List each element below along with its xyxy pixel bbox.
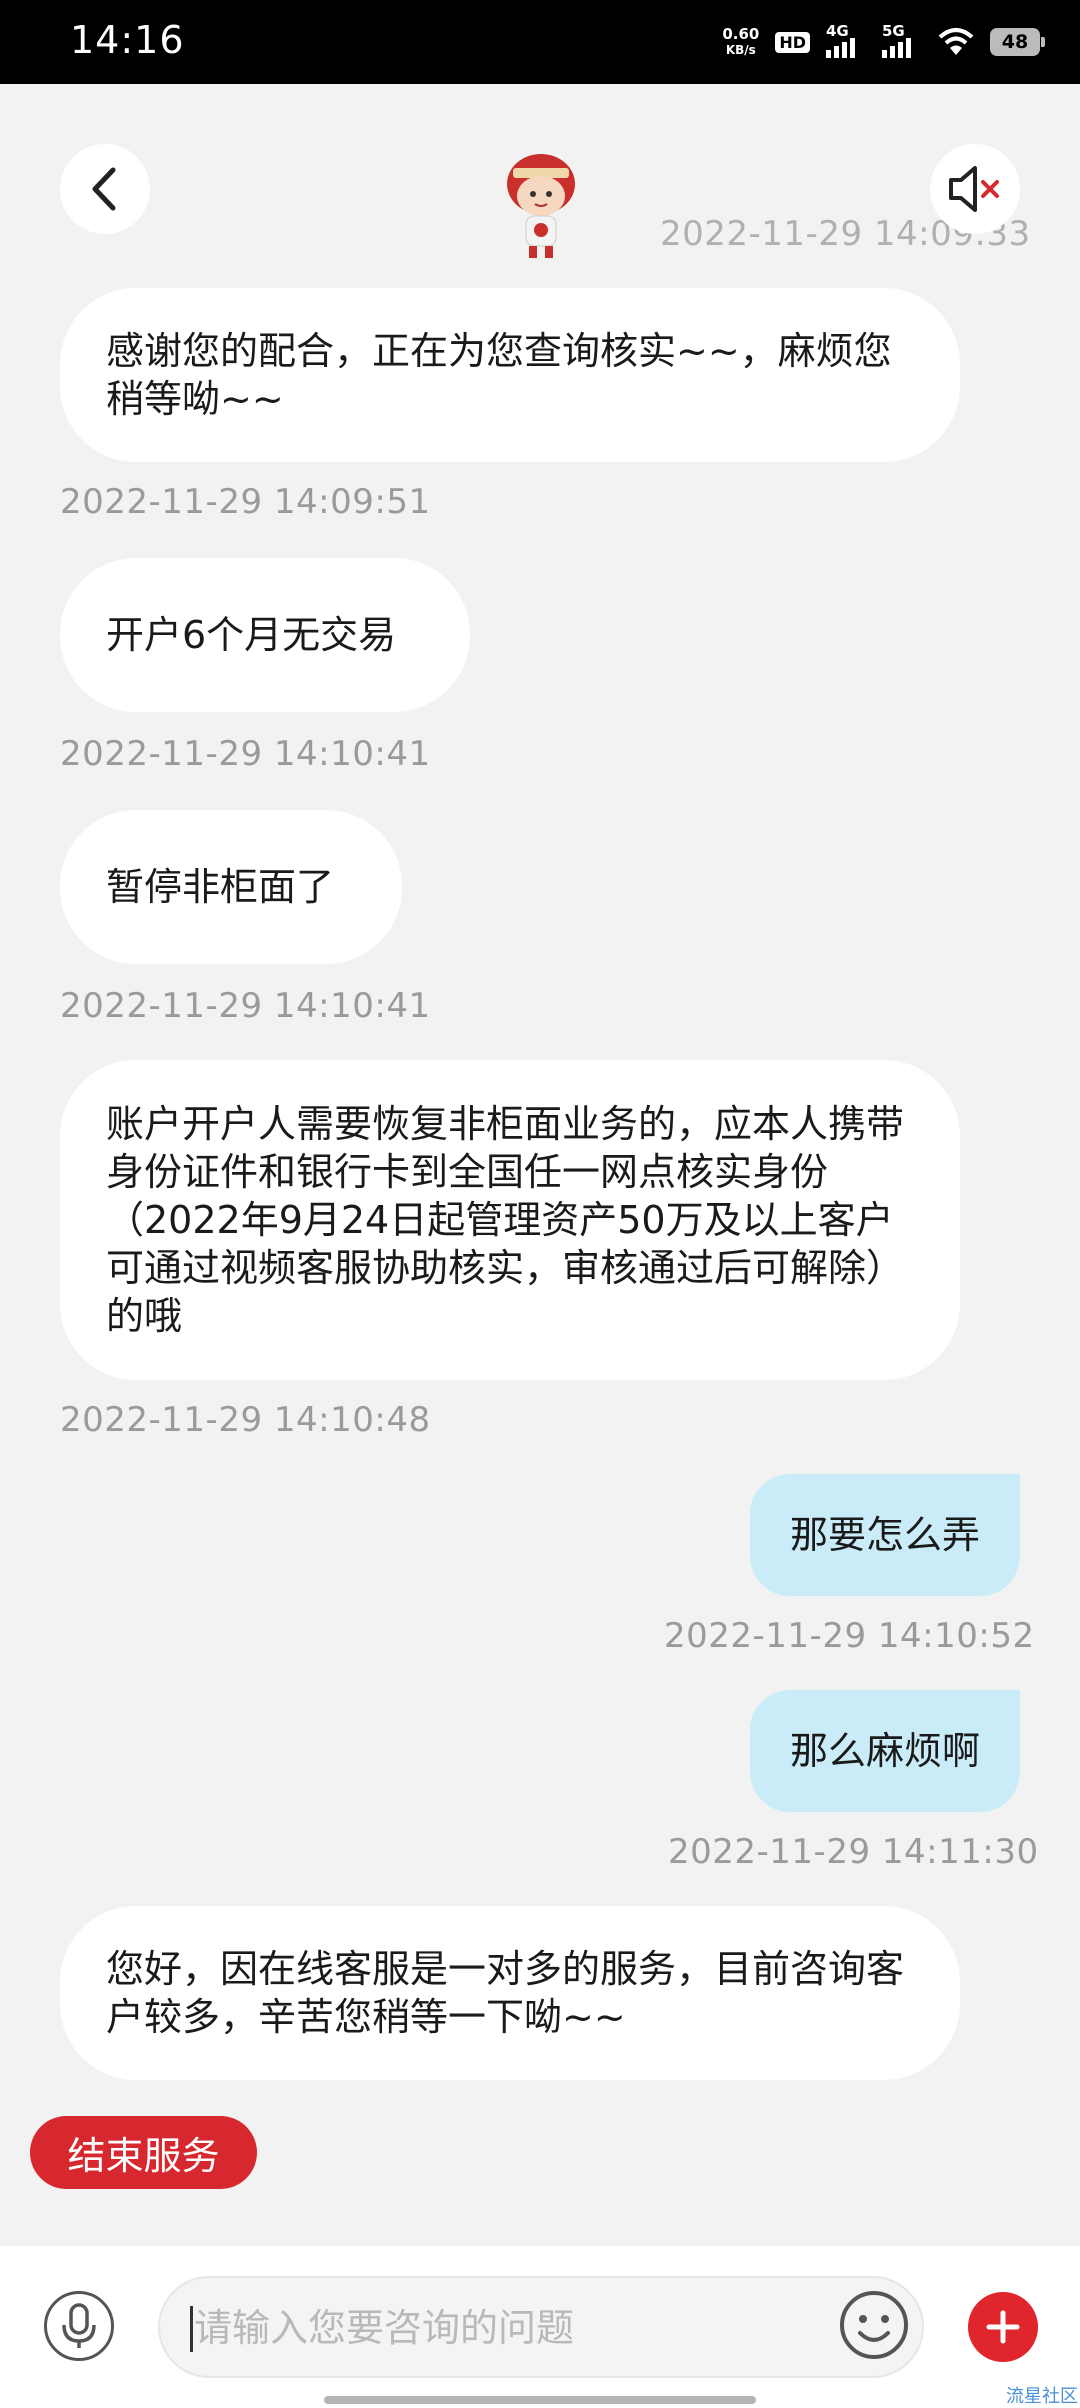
question-input-field[interactable]: [194, 2278, 834, 2378]
message-text: 感谢您的配合，正在为您查询核实~~，麻烦您稍等呦~~: [106, 329, 892, 421]
microphone-icon: [62, 2303, 96, 2348]
message-text: 那要怎么弄: [789, 1513, 980, 1557]
agent-message: 开户6个月无交易: [60, 558, 470, 712]
home-indicator[interactable]: [324, 2396, 756, 2404]
mute-toggle-button[interactable]: [930, 144, 1020, 234]
message-text: 账户开户人需要恢复非柜面业务的，应本人携带身份证件和银行卡到全国任一网点核实身份…: [106, 1102, 905, 1338]
message-text: 开户6个月无交易: [106, 613, 397, 657]
agent-message: 您好，因在线客服是一对多的服务，目前咨询客户较多，辛苦您稍等一下呦~~: [60, 1906, 960, 2080]
agent-message: 暂停非柜面了: [60, 810, 402, 964]
message-text: 您好，因在线客服是一对多的服务，目前咨询客户较多，辛苦您稍等一下呦~~: [106, 1947, 905, 2039]
more-options-button[interactable]: [968, 2292, 1038, 2362]
chevron-left-icon: [92, 167, 116, 211]
user-message: 那要怎么弄: [750, 1474, 1020, 1596]
message-timestamp: 2022-11-29 14:10:41: [60, 986, 431, 1026]
watermark: 流星社区: [1006, 2386, 1078, 2407]
message-timestamp: 2022-11-29 14:10:41: [60, 734, 431, 774]
agent-message: 账户开户人需要恢复非柜面业务的，应本人携带身份证件和银行卡到全国任一网点核实身份…: [60, 1060, 960, 1380]
message-text: 暂停非柜面了: [106, 865, 335, 909]
message-timestamp: 2022-11-29 14:11:30: [668, 1832, 1039, 1872]
text-caret: [190, 2306, 193, 2352]
question-input[interactable]: [158, 2276, 924, 2378]
robot-mascot-icon: [507, 154, 575, 258]
plus-icon: [986, 2310, 1020, 2344]
back-button[interactable]: [60, 144, 150, 234]
message-timestamp: 2022-11-29 14:09:51: [60, 482, 431, 522]
speaker-muted-icon: [949, 166, 999, 212]
message-timestamp: 2022-11-29 14:10:52: [664, 1616, 1035, 1656]
smiley-icon: [840, 2291, 908, 2359]
chat-list[interactable]: 2022-11-29 14:09:33 感谢您的配合，正在为您查询核实~~，麻烦…: [0, 0, 1080, 2100]
end-service-button[interactable]: 结束服务: [30, 2116, 257, 2189]
assistant-avatar: [496, 150, 586, 260]
user-message: 那么麻烦啊: [750, 1690, 1020, 1812]
agent-message: 感谢您的配合，正在为您查询核实~~，麻烦您稍等呦~~: [60, 288, 960, 462]
voice-input-button[interactable]: [44, 2291, 114, 2361]
message-timestamp: 2022-11-29 14:10:48: [60, 1400, 431, 1440]
emoji-button[interactable]: [838, 2289, 910, 2361]
message-text: 那么麻烦啊: [789, 1729, 980, 1773]
